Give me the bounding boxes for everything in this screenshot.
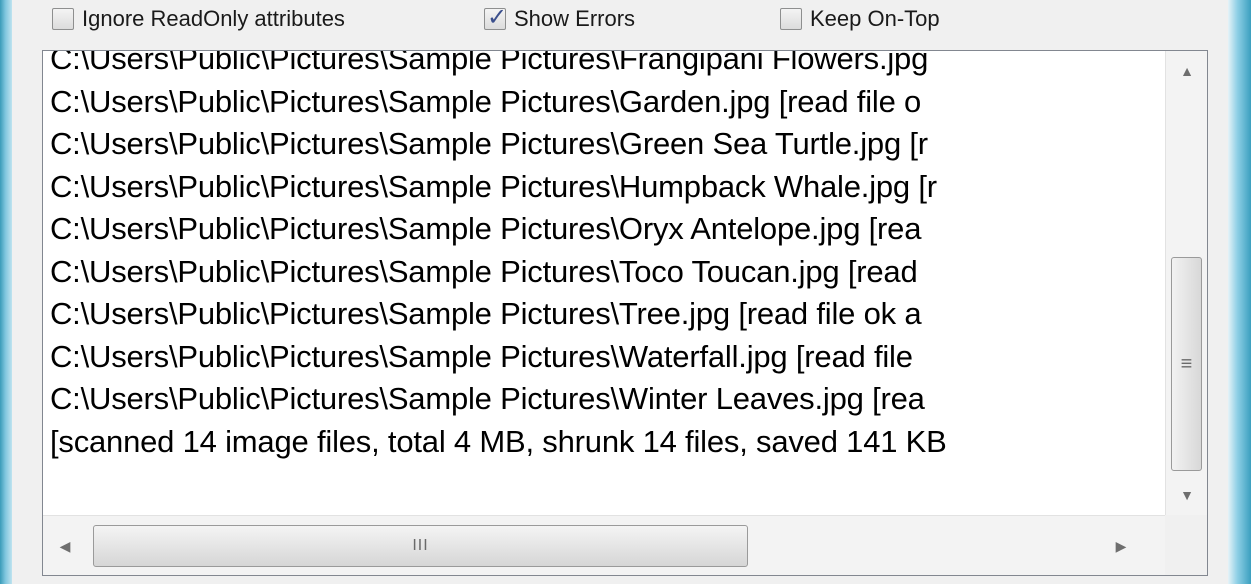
show-errors-checkbox[interactable]: ✓	[484, 4, 507, 30]
scrollbar-corner	[1165, 515, 1207, 575]
log-line[interactable]: C:\Users\Public\Pictures\Sample Pictures…	[50, 81, 1148, 124]
window-frame-left	[0, 0, 12, 584]
log-line[interactable]: C:\Users\Public\Pictures\Sample Pictures…	[50, 123, 1148, 166]
log-summary-line[interactable]: [scanned 14 image files, total 4 MB, shr…	[50, 421, 1148, 464]
log-listbox[interactable]: C:\Users\Public\Pictures\Sample Pictures…	[42, 50, 1208, 576]
vertical-scrollbar[interactable]: ▲ ≡ ▼	[1165, 51, 1207, 515]
log-line[interactable]: C:\Users\Public\Pictures\Sample Pictures…	[50, 378, 1148, 421]
grip-icon: ≡	[1180, 352, 1193, 375]
log-line[interactable]: C:\Users\Public\Pictures\Sample Pictures…	[50, 251, 1148, 294]
check-mark-icon: ✓	[487, 3, 508, 31]
log-line[interactable]: C:\Users\Public\Pictures\Sample Pictures…	[50, 293, 1148, 336]
scroll-down-icon[interactable]: ▼	[1166, 475, 1207, 515]
window-frame-right	[1228, 0, 1251, 584]
ignore-readonly-label: Ignore ReadOnly attributes	[82, 6, 345, 31]
show-errors-label: Show Errors	[514, 6, 636, 31]
window-client-area: Ignore ReadOnly attributes ✓ Show Errors…	[12, 0, 1228, 584]
scroll-right-icon[interactable]: ▶	[1099, 516, 1143, 575]
log-line[interactable]: C:\Users\Public\Pictures\Sample Pictures…	[50, 51, 1148, 81]
log-line[interactable]: C:\Users\Public\Pictures\Sample Pictures…	[50, 166, 1148, 209]
scroll-left-icon[interactable]: ◀	[43, 516, 87, 575]
ignore-readonly-option[interactable]: Ignore ReadOnly attributes	[52, 6, 345, 32]
horizontal-scrollbar[interactable]: ◀ III ▶	[43, 515, 1165, 575]
ignore-readonly-checkbox[interactable]	[52, 8, 74, 30]
log-line[interactable]: C:\Users\Public\Pictures\Sample Pictures…	[50, 336, 1148, 379]
scroll-up-icon[interactable]: ▲	[1166, 51, 1207, 91]
keep-on-top-checkbox[interactable]	[780, 8, 802, 30]
keep-on-top-option[interactable]: Keep On-Top	[780, 6, 940, 32]
log-lines: C:\Users\Public\Pictures\Sample Pictures…	[50, 51, 1148, 501]
vertical-scroll-thumb[interactable]: ≡	[1171, 257, 1202, 471]
keep-on-top-label: Keep On-Top	[810, 6, 940, 31]
horizontal-scroll-thumb[interactable]: III	[93, 525, 748, 567]
show-errors-option[interactable]: ✓ Show Errors	[484, 4, 636, 32]
log-line[interactable]: C:\Users\Public\Pictures\Sample Pictures…	[50, 208, 1148, 251]
grip-icon: III	[412, 537, 429, 554]
